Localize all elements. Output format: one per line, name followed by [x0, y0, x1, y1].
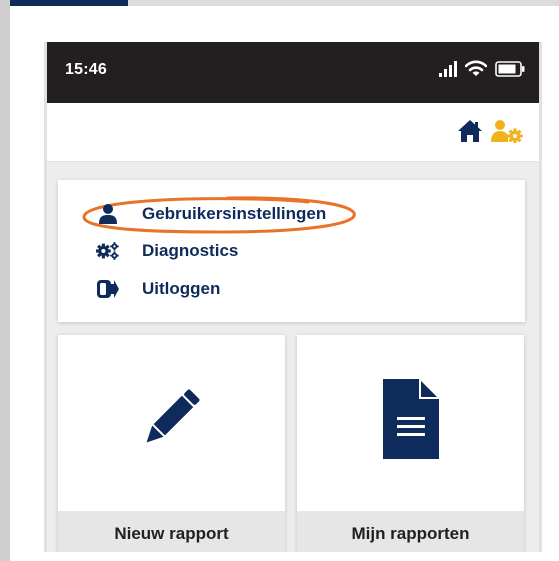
logout-icon: [96, 279, 120, 299]
tile-new-report[interactable]: Nieuw rapport: [58, 335, 285, 552]
status-icons: [439, 60, 525, 77]
left-margin-rule: [0, 0, 10, 561]
tile-label: Nieuw rapport: [114, 524, 229, 543]
tile-my-reports[interactable]: Mijn rapporten: [297, 335, 524, 552]
tile-label: Mijn rapporten: [351, 524, 470, 543]
tile-icon-wrap: [297, 379, 524, 459]
pencil-icon: [146, 389, 199, 443]
document-icon: [382, 379, 439, 459]
signal-icon: [439, 60, 457, 77]
menu-item-label: Gebruikersinstellingen: [142, 204, 327, 223]
menu-item-diagnostics[interactable]: Diagnostics: [96, 237, 238, 265]
menu-item-logout[interactable]: Uitloggen: [96, 275, 220, 303]
gears-icon: [96, 241, 120, 261]
menu-item-label: Diagnostics: [142, 241, 239, 260]
tile-icon-wrap: [58, 379, 285, 455]
screenshot-canvas: 15:46 Gebruikersinstellingen Diagnostics…: [10, 6, 559, 561]
battery-icon: [495, 60, 525, 77]
user-menu-card: Gebruikersinstellingen Diagnostics Uitlo…: [58, 180, 525, 322]
status-bar: 15:46: [47, 42, 539, 103]
phone-screen: 15:46 Gebruikersinstellingen Diagnostics…: [44, 42, 542, 552]
user-settings-icon[interactable]: [491, 119, 523, 143]
user-icon: [96, 204, 120, 224]
status-time: 15:46: [65, 61, 107, 78]
app-header: [47, 103, 539, 162]
wifi-icon: [465, 60, 487, 76]
home-icon[interactable]: [457, 119, 483, 143]
menu-item-label: Uitloggen: [142, 279, 221, 298]
menu-item-user-settings[interactable]: Gebruikersinstellingen: [96, 200, 326, 228]
